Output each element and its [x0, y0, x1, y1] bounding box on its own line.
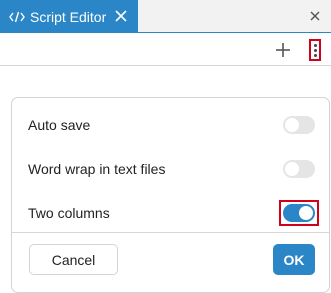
close-icon[interactable] [113, 8, 129, 24]
script-editor-window: Script Editor Auto save Word wrap in tex… [0, 0, 331, 293]
two-columns-toggle[interactable] [283, 204, 315, 222]
setting-row-two-columns: Two columns [12, 191, 329, 235]
dialog-divider [12, 232, 329, 233]
window-close-icon[interactable] [307, 8, 323, 24]
setting-label: Two columns [28, 205, 110, 221]
word-wrap-toggle[interactable] [283, 160, 315, 178]
tab-bar: Script Editor [0, 0, 331, 33]
toolbar [0, 34, 331, 66]
tab-title: Script Editor [30, 8, 107, 25]
more-vertical-icon[interactable] [309, 39, 321, 61]
auto-save-toggle[interactable] [283, 116, 315, 134]
ok-button[interactable]: OK [273, 244, 315, 275]
setting-row-word-wrap: Word wrap in text files [12, 147, 329, 191]
plus-icon[interactable] [273, 40, 293, 60]
settings-dialog: Auto save Word wrap in text files Two co… [11, 97, 330, 293]
cancel-button[interactable]: Cancel [29, 244, 118, 275]
setting-row-auto-save: Auto save [12, 103, 329, 147]
code-icon [9, 10, 25, 24]
tab-script-editor[interactable]: Script Editor [0, 0, 138, 33]
setting-label: Auto save [28, 117, 91, 133]
setting-label: Word wrap in text files [28, 161, 166, 177]
